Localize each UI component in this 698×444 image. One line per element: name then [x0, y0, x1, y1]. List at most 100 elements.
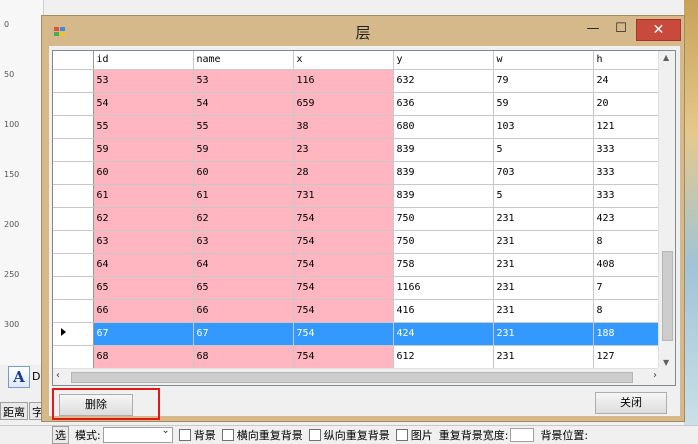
layer-grid[interactable]: id name x y w h 53 53 116 632 79 24 54 54 659 636…	[52, 50, 676, 386]
cell-x[interactable]: 116	[293, 69, 394, 93]
cell-name[interactable]: 66	[193, 299, 294, 323]
table-row[interactable]: 59 59 23 839 5 333	[53, 138, 664, 162]
column-header-y[interactable]: y	[393, 51, 494, 70]
cell-name[interactable]: 68	[193, 345, 294, 369]
cell-name[interactable]: 60	[193, 161, 294, 185]
table-row[interactable]: 67 67 754 424 231 188	[53, 322, 664, 346]
cell-id[interactable]: 67	[93, 322, 194, 346]
delete-button[interactable]: 删除	[59, 394, 133, 416]
column-header-w[interactable]: w	[493, 51, 594, 70]
cell-w[interactable]: 79	[493, 69, 594, 93]
cell-h[interactable]: 408	[593, 253, 664, 277]
cell-h[interactable]: 333	[593, 161, 664, 185]
row-header[interactable]	[53, 69, 94, 93]
cell-name[interactable]: 55	[193, 115, 294, 139]
cell-x[interactable]: 659	[293, 92, 394, 116]
row-header[interactable]	[53, 161, 94, 185]
table-row[interactable]: 61 61 731 839 5 333	[53, 184, 664, 208]
repeat-x-option[interactable]: 横向重复背景	[221, 427, 303, 443]
cell-id[interactable]: 53	[93, 69, 194, 93]
cell-h[interactable]: 8	[593, 299, 664, 323]
close-button[interactable]: 关闭	[595, 392, 667, 414]
cell-id[interactable]: 63	[93, 230, 194, 254]
cell-id[interactable]: 54	[93, 92, 194, 116]
cell-w[interactable]: 703	[493, 161, 594, 185]
row-header[interactable]	[53, 138, 94, 162]
cell-id[interactable]: 66	[93, 299, 194, 323]
cell-h[interactable]: 121	[593, 115, 664, 139]
cell-y[interactable]: 750	[393, 230, 494, 254]
table-row[interactable]: 62 62 754 750 231 423	[53, 207, 664, 231]
row-header[interactable]	[53, 253, 94, 277]
cell-y[interactable]: 424	[393, 322, 494, 346]
cell-y[interactable]: 758	[393, 253, 494, 277]
column-header-x[interactable]: x	[293, 51, 394, 70]
repeat-x-checkbox[interactable]	[221, 428, 234, 441]
row-header[interactable]	[53, 299, 94, 323]
cell-y[interactable]: 632	[393, 69, 494, 93]
cell-y[interactable]: 636	[393, 92, 494, 116]
cell-w[interactable]: 231	[493, 230, 594, 254]
cell-w[interactable]: 231	[493, 253, 594, 277]
minimize-button[interactable]: —	[580, 19, 606, 41]
cell-w[interactable]: 231	[493, 276, 594, 300]
cell-y[interactable]: 750	[393, 207, 494, 231]
mode-select[interactable]	[102, 425, 173, 443]
cell-h[interactable]: 20	[593, 92, 664, 116]
cell-x[interactable]: 754	[293, 276, 394, 300]
cell-x[interactable]: 28	[293, 161, 394, 185]
table-row[interactable]: 53 53 116 632 79 24	[53, 69, 664, 93]
cell-id[interactable]: 55	[93, 115, 194, 139]
cell-y[interactable]: 839	[393, 138, 494, 162]
cell-y[interactable]: 839	[393, 184, 494, 208]
cell-x[interactable]: 754	[293, 299, 394, 323]
cell-w[interactable]: 103	[493, 115, 594, 139]
cell-h[interactable]: 7	[593, 276, 664, 300]
tab-distance[interactable]: 距离	[0, 402, 28, 420]
cell-id[interactable]: 62	[93, 207, 194, 231]
cell-w[interactable]: 5	[493, 184, 594, 208]
text-style-icon[interactable]: A	[8, 366, 30, 388]
cell-name[interactable]: 67	[193, 322, 294, 346]
cell-w[interactable]: 231	[493, 322, 594, 346]
scroll-right-icon[interactable]: ›	[653, 370, 657, 381]
cell-id[interactable]: 60	[93, 161, 194, 185]
cell-x[interactable]: 38	[293, 115, 394, 139]
cell-y[interactable]: 680	[393, 115, 494, 139]
cell-x[interactable]: 754	[293, 322, 394, 346]
row-header[interactable]	[53, 184, 94, 208]
cell-id[interactable]: 65	[93, 276, 194, 300]
cell-w[interactable]: 231	[493, 207, 594, 231]
cell-name[interactable]: 63	[193, 230, 294, 254]
cell-h[interactable]: 8	[593, 230, 664, 254]
cell-h[interactable]: 24	[593, 69, 664, 93]
column-header-name[interactable]: name	[193, 51, 294, 70]
table-row[interactable]: 54 54 659 636 59 20	[53, 92, 664, 116]
bg-checkbox[interactable]	[178, 428, 191, 441]
repeat-width-input[interactable]	[510, 427, 535, 442]
cell-w[interactable]: 5	[493, 138, 594, 162]
row-header[interactable]	[53, 230, 94, 254]
window-close-button[interactable]: ✕	[636, 19, 681, 41]
table-row[interactable]: 60 60 28 839 703 333	[53, 161, 664, 185]
scroll-left-icon[interactable]: ‹	[56, 370, 60, 381]
cell-y[interactable]: 416	[393, 299, 494, 323]
table-row[interactable]: 68 68 754 612 231 127	[53, 345, 664, 369]
cell-name[interactable]: 59	[193, 138, 294, 162]
table-row[interactable]: 66 66 754 416 231 8	[53, 299, 664, 323]
vertical-scrollbar[interactable]: ▲ ▼	[658, 51, 675, 369]
image-checkbox[interactable]	[395, 428, 408, 441]
cell-name[interactable]: 54	[193, 92, 294, 116]
cell-name[interactable]: 65	[193, 276, 294, 300]
scroll-down-icon[interactable]: ▼	[663, 358, 669, 367]
cell-name[interactable]: 64	[193, 253, 294, 277]
row-header[interactable]	[53, 276, 94, 300]
table-row[interactable]: 63 63 754 750 231 8	[53, 230, 664, 254]
cell-x[interactable]: 754	[293, 207, 394, 231]
table-row[interactable]: 55 55 38 680 103 121	[53, 115, 664, 139]
cell-h[interactable]: 333	[593, 184, 664, 208]
bg-option[interactable]: 背景	[178, 427, 216, 443]
cell-h[interactable]: 127	[593, 345, 664, 369]
row-header[interactable]	[53, 92, 94, 116]
table-row[interactable]: 64 64 754 758 231 408	[53, 253, 664, 277]
